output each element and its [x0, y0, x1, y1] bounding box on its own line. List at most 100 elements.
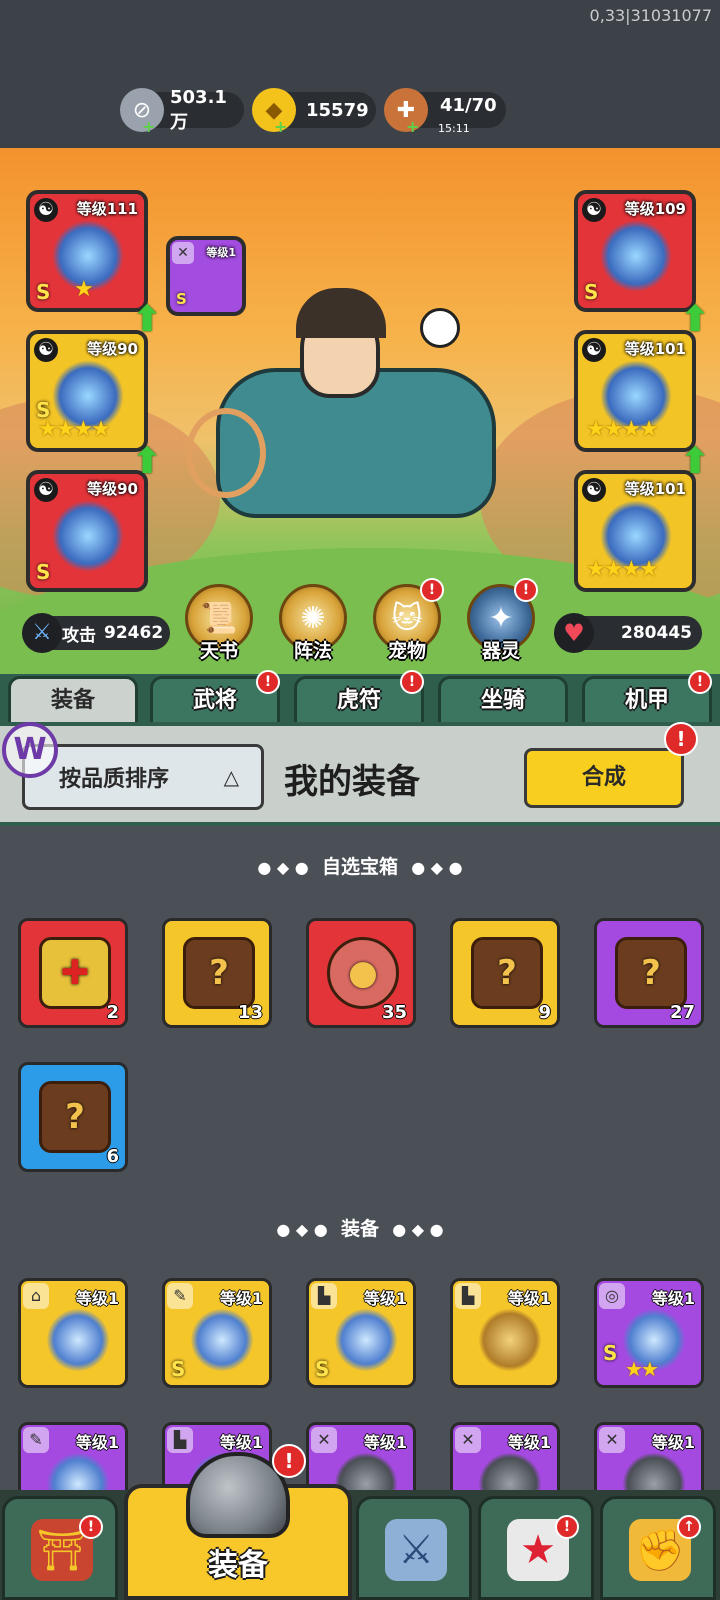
boots-icon: ▙: [311, 1283, 337, 1309]
equipment-item[interactable]: ✎ 等级1 S: [162, 1278, 272, 1388]
feature-tianshu[interactable]: 📜 天书: [180, 584, 258, 663]
feature-label: 天书: [199, 640, 238, 662]
stamina-resource[interactable]: ✚ 41/70 + 15:11: [384, 88, 506, 135]
equip-slot-left-1[interactable]: ☯ 等级111 S ★: [26, 190, 148, 312]
add-stamina-icon[interactable]: +: [406, 119, 420, 135]
item-count: 6: [106, 1146, 119, 1167]
item-level: 等级1: [507, 1289, 551, 1308]
armor-art: [600, 220, 672, 292]
sword-icon: ✕: [311, 1427, 337, 1453]
panda-pet: [420, 308, 460, 348]
sword-icon: ✕: [455, 1427, 481, 1453]
equipment-item[interactable]: ▙ 等级1 S: [306, 1278, 416, 1388]
slot-level: 等级111: [76, 200, 138, 218]
nav-pet-button[interactable]: ★ !: [478, 1496, 594, 1600]
attack-label: 攻击: [62, 625, 96, 646]
item-count: 9: [538, 1002, 551, 1023]
sword-icon: ✕: [172, 242, 194, 264]
tab-equipment[interactable]: 装备: [8, 676, 138, 726]
nav-battle-button[interactable]: ⚔: [356, 1496, 472, 1600]
slot-stars: ★★★★: [586, 557, 659, 582]
weapon-slot[interactable]: ✕ 等级1 S: [166, 236, 246, 316]
chest-item[interactable]: ? 13: [162, 918, 272, 1028]
yinyang-icon: ☯: [582, 198, 606, 222]
debug-id-text: 0,33|31031077: [589, 6, 712, 25]
chest-item[interactable]: ? 9: [450, 918, 560, 1028]
alert-badge-icon: !: [688, 670, 712, 694]
item-count: 2: [106, 1002, 119, 1023]
item-level: 等级1: [75, 1433, 119, 1452]
alert-badge-icon: !: [420, 578, 444, 602]
silver-value: 503.1万: [170, 86, 227, 133]
slot-grade: S: [36, 560, 51, 584]
triangle-up-icon: △: [223, 765, 239, 789]
gold-value: 15579: [306, 99, 369, 121]
upgrade-arrow-icon: ⬆: [132, 441, 163, 482]
hp-value: 280445: [621, 623, 692, 643]
chest-item[interactable]: ✚ 2: [18, 918, 128, 1028]
item-level: 等级1: [651, 1289, 695, 1308]
item-level: 等级1: [651, 1433, 695, 1452]
item-grade: S: [315, 1357, 330, 1381]
feature-pet[interactable]: 🐱 宠物 !: [368, 578, 446, 663]
helmet-art: [52, 500, 124, 572]
item-level: 等级1: [219, 1433, 263, 1452]
decor-dots: ● ◆ ●: [411, 858, 463, 877]
equipment-item[interactable]: ◎ 等级1 S ★★: [594, 1278, 704, 1388]
medal-icon: ◎: [599, 1283, 625, 1309]
feature-zhenfa[interactable]: ✺ 阵法: [274, 584, 352, 663]
item-count: 35: [381, 1002, 407, 1023]
gold-resource[interactable]: ◆ 15579 +: [252, 88, 376, 135]
alert-badge-icon: !: [664, 722, 698, 756]
yinyang-icon: ☯: [34, 478, 58, 502]
alert-badge-icon: ↑: [677, 1515, 701, 1539]
puzzle-chest-icon: ✚: [39, 937, 111, 1009]
stamina-timer: 15:11: [438, 122, 470, 135]
sword-icon: ✕: [599, 1427, 625, 1453]
slot-stars: ★: [74, 277, 94, 302]
item-level: 等级1: [363, 1289, 407, 1308]
attack-value: 92462: [104, 623, 164, 643]
w-logo-icon: W: [2, 722, 58, 778]
mystery-chest-icon: ?: [183, 937, 255, 1009]
equipment-item[interactable]: ▙ 等级1: [450, 1278, 560, 1388]
feature-spirit[interactable]: ✦ 器灵 !: [462, 578, 540, 663]
slot-stars: ★★★★: [586, 417, 659, 442]
alert-badge-icon: !: [400, 670, 424, 694]
item-level: 等级1: [507, 1433, 551, 1452]
chest-item[interactable]: ? 6: [18, 1062, 128, 1172]
add-silver-icon[interactable]: +: [142, 119, 156, 135]
item-level: 等级1: [363, 1433, 407, 1452]
item-grade: S: [171, 1357, 186, 1381]
item-level: 等级1: [75, 1289, 119, 1308]
add-gold-icon[interactable]: +: [274, 119, 288, 135]
nav-shop-button[interactable]: ⛩ !: [2, 1496, 118, 1600]
equip-slot-right-1[interactable]: ☯ 等级109 S: [574, 190, 696, 312]
equip-slot-right-3[interactable]: ☯ 等级101 ★★★★: [574, 470, 696, 592]
alert-badge-icon: !: [514, 578, 538, 602]
sort-label: 按品质排序: [59, 767, 170, 792]
equipment-item[interactable]: ⌂ 等级1: [18, 1278, 128, 1388]
yinyang-icon: ☯: [34, 338, 58, 362]
yinyang-icon: ☯: [582, 338, 606, 362]
boots-icon: ▙: [455, 1283, 481, 1309]
feature-label: 宠物: [387, 640, 426, 662]
equip-slot-left-2[interactable]: ☯ 等级90 S ★★★★: [26, 330, 148, 452]
equip-slot-left-3[interactable]: ☯ 等级90 S: [26, 470, 148, 592]
belt-art: [335, 1309, 397, 1371]
nav-active-label: 装备: [208, 1548, 268, 1583]
chest-item[interactable]: ? 27: [594, 918, 704, 1028]
tab-mount[interactable]: 坐骑: [438, 676, 568, 726]
chest-item[interactable]: ● 35: [306, 918, 416, 1028]
alert-badge-icon: !: [272, 1444, 306, 1478]
nav-upgrade-button[interactable]: ✊ ↑: [600, 1496, 716, 1600]
merge-button[interactable]: 合成: [524, 748, 684, 808]
nav-equipment-button[interactable]: ! 装备: [124, 1444, 352, 1600]
mystery-chest-icon: ?: [615, 937, 687, 1009]
equip-slot-right-2[interactable]: ☯ 等级101 ★★★★: [574, 330, 696, 452]
sort-by-quality-button[interactable]: 按品质排序 △: [22, 744, 264, 810]
item-level: 等级1: [219, 1289, 263, 1308]
armor-art: [191, 1309, 253, 1371]
slot-level: 等级90: [87, 340, 138, 358]
silver-resource[interactable]: ⊘ 503.1万 +: [120, 87, 244, 135]
